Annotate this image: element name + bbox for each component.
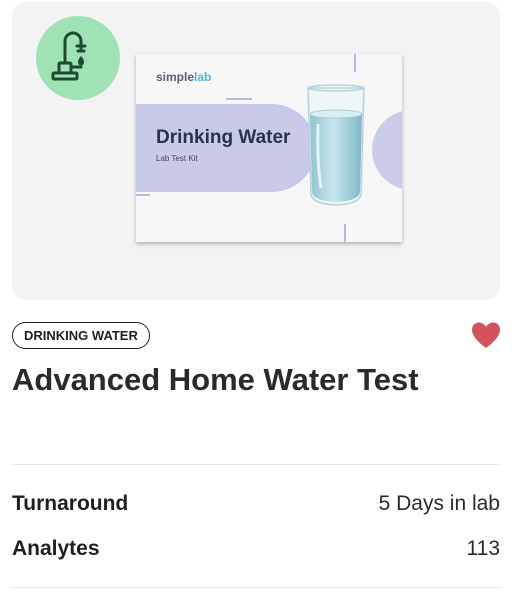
faucet-icon xyxy=(51,31,87,81)
product-title[interactable]: Advanced Home Water Test xyxy=(12,362,419,398)
faucet-badge xyxy=(36,16,120,100)
box-accent-circle xyxy=(372,110,402,190)
category-tag[interactable]: DRINKING WATER xyxy=(12,322,150,349)
box-deco-line xyxy=(344,224,346,242)
spec-value: 113 xyxy=(466,537,500,560)
box-subtitle: Lab Test Kit xyxy=(156,154,198,163)
product-kit-box: simplelab Drinking Water Lab Test Kit xyxy=(136,54,402,242)
spec-label: Turnaround xyxy=(12,492,129,515)
box-title: Drinking Water xyxy=(156,127,291,148)
divider xyxy=(12,464,500,465)
box-brand-logo: simplelab xyxy=(156,70,211,84)
spec-row-turnaround: Turnaround 5 Days in lab xyxy=(12,492,500,516)
box-deco-line xyxy=(136,194,150,196)
box-deco-line xyxy=(226,98,252,100)
product-image-panel[interactable]: simplelab Drinking Water Lab Test Kit xyxy=(12,2,500,300)
water-glass-illustration xyxy=(307,84,365,206)
spec-label: Analytes xyxy=(12,537,100,560)
spec-row-analytes: Analytes 113 xyxy=(12,537,500,561)
heart-icon[interactable] xyxy=(471,321,501,351)
box-brand-suffix: lab xyxy=(194,70,212,84)
spec-value: 5 Days in lab xyxy=(378,492,500,515)
box-deco-line xyxy=(354,54,356,72)
box-brand-prefix: simple xyxy=(156,70,195,84)
divider xyxy=(12,587,500,588)
